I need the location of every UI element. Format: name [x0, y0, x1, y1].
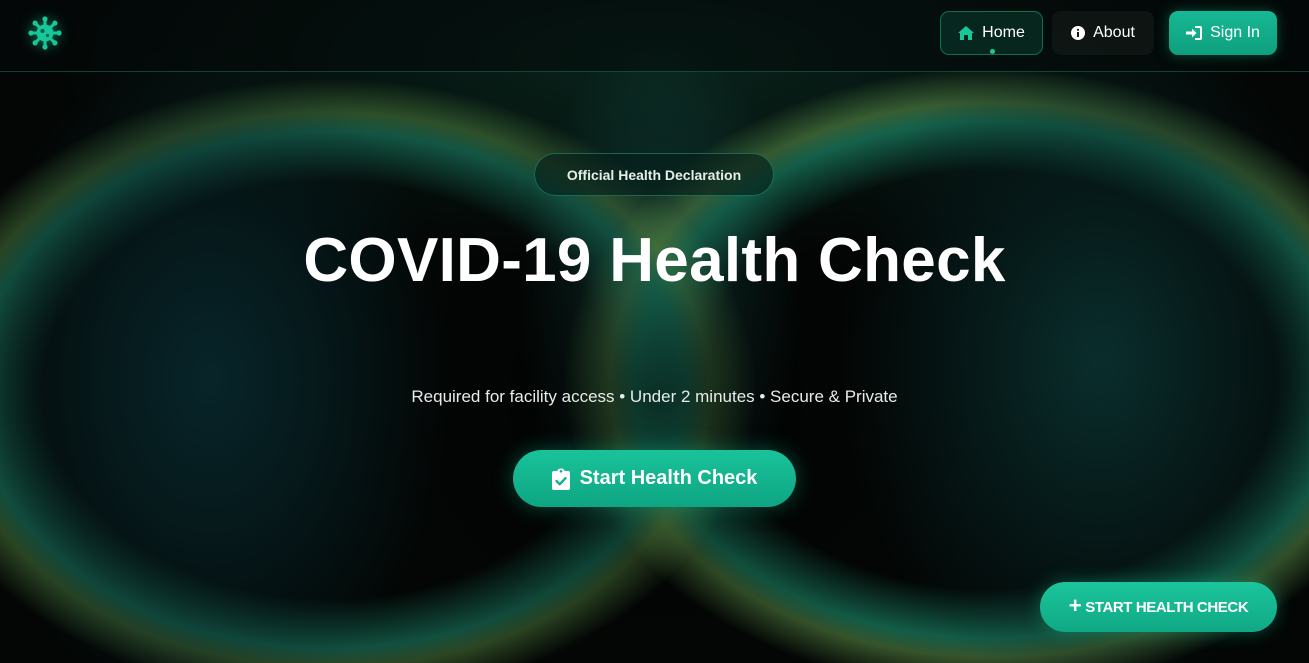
- sign-in-label: Sign In: [1210, 24, 1260, 41]
- badge-label: Official Health Declaration: [566, 166, 742, 183]
- page-subtitle: Required for facility access • Under 2 m…: [411, 387, 898, 406]
- clipboard-check-icon: [551, 468, 570, 490]
- plus-icon: +: [1068, 593, 1082, 618]
- active-indicator-dot: [990, 49, 995, 54]
- nav-about-label: About: [1093, 24, 1135, 41]
- nav-about-button[interactable]: About: [1052, 11, 1154, 55]
- home-icon: [958, 26, 975, 40]
- page: Home About Sign In Official Health Decla…: [0, 0, 1309, 663]
- start-health-check-label: Start Health Check: [579, 467, 758, 489]
- navbar: Home About Sign In: [0, 0, 1309, 72]
- floating-start-health-check-button[interactable]: + START HEALTH CHECK: [1040, 582, 1277, 632]
- nav-home-button[interactable]: Home: [940, 11, 1043, 55]
- sign-in-button[interactable]: Sign In: [1169, 11, 1277, 55]
- virus-icon[interactable]: [28, 16, 62, 50]
- floating-button-label: START HEALTH CHECK: [1085, 598, 1249, 616]
- info-icon: [1071, 26, 1086, 40]
- status-badge: Official Health Declaration: [534, 153, 774, 196]
- nav-home-label: Home: [982, 24, 1025, 41]
- page-title: COVID-19 Health Check: [303, 226, 1006, 295]
- sign-in-icon: [1186, 26, 1203, 40]
- start-health-check-button[interactable]: Start Health Check: [513, 450, 796, 507]
- background-glow: [0, 0, 1309, 663]
